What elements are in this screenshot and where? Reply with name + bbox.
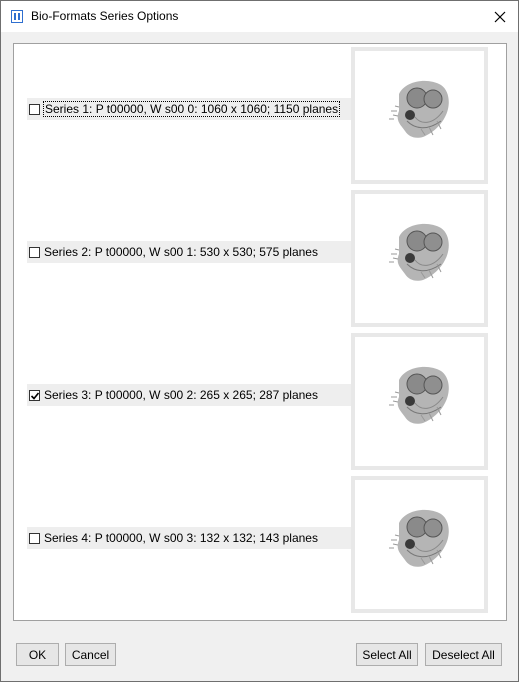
brain-slice-thumbnail-icon (389, 80, 449, 138)
close-button[interactable] (481, 1, 518, 32)
select-all-button[interactable]: Select All (356, 643, 418, 666)
series-thumbnail (351, 47, 488, 184)
series-row-1[interactable]: Series 1: P t00000, W s00 0: 1060 x 1060… (27, 98, 359, 120)
deselect-all-button[interactable]: Deselect All (425, 643, 502, 666)
series-label: Series 2: P t00000, W s00 1: 530 x 530; … (44, 245, 318, 259)
series-thumbnail (351, 476, 488, 613)
series-checkbox[interactable] (29, 389, 40, 401)
series-row-3[interactable]: Series 3: P t00000, W s00 2: 265 x 265; … (27, 384, 359, 406)
window-title: Bio-Formats Series Options (31, 9, 179, 23)
series-row-2[interactable]: Series 2: P t00000, W s00 1: 530 x 530; … (27, 241, 359, 263)
series-row-4[interactable]: Series 4: P t00000, W s00 3: 132 x 132; … (27, 527, 359, 549)
series-thumbnail (351, 190, 488, 327)
cancel-button[interactable]: Cancel (65, 643, 116, 666)
series-checkbox[interactable] (29, 103, 40, 115)
close-icon (494, 11, 505, 22)
imagej-icon (11, 10, 23, 23)
series-checkbox[interactable] (29, 246, 40, 258)
series-label: Series 4: P t00000, W s00 3: 132 x 132; … (44, 531, 318, 545)
series-label: Series 3: P t00000, W s00 2: 265 x 265; … (44, 388, 318, 402)
check-icon (30, 391, 40, 400)
brain-slice-thumbnail-icon (389, 223, 449, 281)
series-thumbnail (351, 333, 488, 470)
brain-slice-thumbnail-icon (389, 509, 449, 567)
title-bar[interactable]: Bio-Formats Series Options (1, 1, 518, 32)
ok-button[interactable]: OK (16, 643, 59, 666)
series-label: Series 1: P t00000, W s00 0: 1060 x 1060… (42, 101, 341, 117)
brain-slice-thumbnail-icon (389, 366, 449, 424)
series-checkbox[interactable] (29, 532, 40, 544)
